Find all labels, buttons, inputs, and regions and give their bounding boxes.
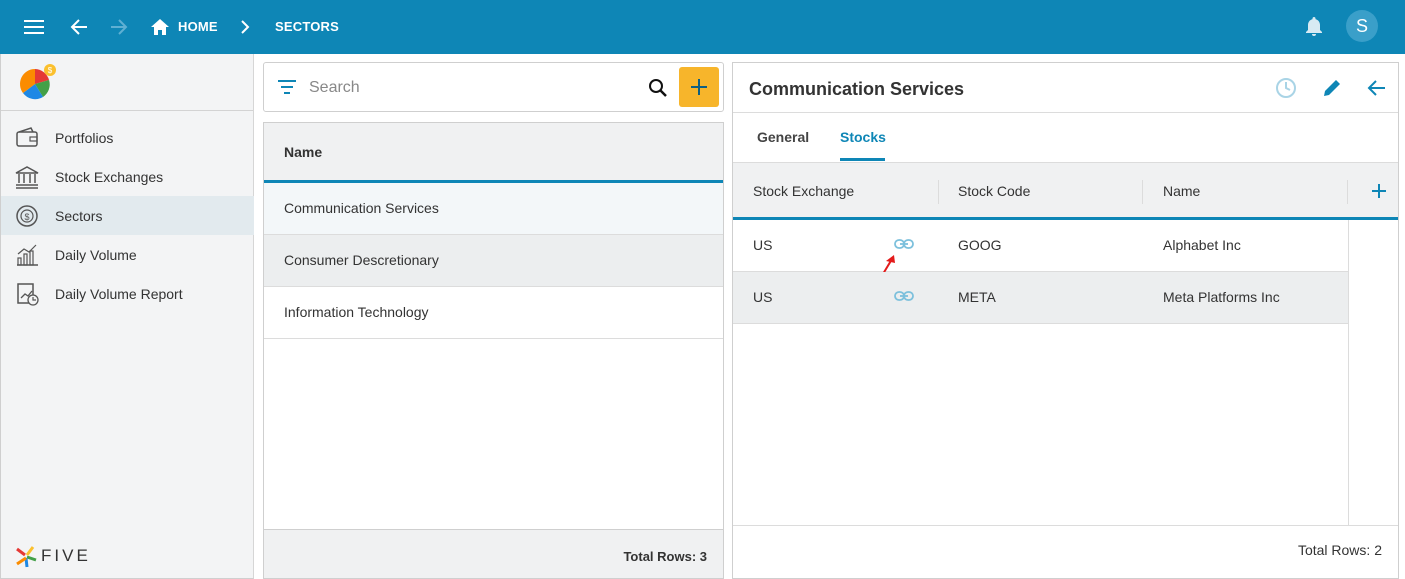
history-icon[interactable] xyxy=(1273,75,1299,101)
menu-icon[interactable] xyxy=(16,9,52,45)
list-item-label: Consumer Descretionary xyxy=(284,252,439,268)
cell-stock-exchange: US xyxy=(753,237,773,253)
tab-stocks[interactable]: Stocks xyxy=(840,129,886,145)
sectors-list: Name Communication Services Consumer Des… xyxy=(263,122,724,579)
table-row[interactable]: US GOOG Alphabet Inc xyxy=(733,220,1348,272)
list-total-rows: Total Rows: 3 xyxy=(623,549,707,564)
column-header-stock-code[interactable]: Stock Code xyxy=(958,183,1030,199)
edit-pencil-icon[interactable] xyxy=(1319,75,1345,101)
bell-icon[interactable] xyxy=(1296,9,1332,45)
search-bar: Search xyxy=(263,62,724,112)
cell-stock-code: META xyxy=(958,289,996,305)
back-arrow-icon[interactable] xyxy=(1363,75,1389,101)
svg-text:$: $ xyxy=(48,66,53,75)
app-logo-icon: $ xyxy=(20,64,56,100)
breadcrumb-sectors[interactable]: SECTORS xyxy=(275,19,339,34)
sidebar-item-label: Sectors xyxy=(55,207,103,224)
top-app-bar: HOME SECTORS S xyxy=(0,0,1405,54)
home-icon[interactable] xyxy=(145,9,175,45)
back-arrow-icon[interactable] xyxy=(61,9,97,45)
list-item[interactable]: Communication Services xyxy=(264,183,723,235)
dollar-cycle-icon: $ xyxy=(16,205,38,227)
sidebar-item-daily-volume[interactable]: Daily Volume xyxy=(1,235,254,274)
brand-text: FIVE xyxy=(41,546,91,565)
filter-icon[interactable] xyxy=(278,80,296,94)
bar-chart-icon xyxy=(17,244,38,266)
add-sector-button[interactable] xyxy=(679,67,719,107)
sidebar-item-label: Daily Volume Report xyxy=(55,285,183,302)
active-tab-indicator xyxy=(840,158,885,161)
divider xyxy=(733,112,1398,113)
list-item-label: Communication Services xyxy=(284,200,439,216)
column-header-stock-exchange[interactable]: Stock Exchange xyxy=(753,183,854,199)
link-icon[interactable] xyxy=(894,238,914,250)
list-item-label: Information Technology xyxy=(284,304,429,320)
cell-stock-code: GOOG xyxy=(958,237,1002,253)
svg-text:$: $ xyxy=(24,212,29,222)
detail-panel: Communication Services General Stocks St… xyxy=(732,62,1399,579)
stocks-total-rows: Total Rows: 2 xyxy=(1297,542,1382,558)
divider xyxy=(733,525,1398,526)
sidebar-item-label: Stock Exchanges xyxy=(55,168,164,185)
tab-general[interactable]: General xyxy=(757,129,809,145)
sidebar-item-stock-exchanges[interactable]: Stock Exchanges xyxy=(1,157,254,196)
column-separator xyxy=(1142,180,1143,204)
forward-arrow-icon[interactable] xyxy=(101,9,137,45)
wallet-icon xyxy=(16,127,38,147)
column-separator xyxy=(938,180,939,204)
detail-title: Communication Services xyxy=(749,79,965,99)
plus-icon xyxy=(691,79,707,95)
table-row[interactable]: US META Meta Platforms Inc xyxy=(733,272,1348,324)
stocks-grid-header: Stock Exchange Stock Code Name xyxy=(733,162,1398,220)
user-avatar[interactable]: S xyxy=(1346,10,1378,42)
bank-icon xyxy=(15,166,39,189)
column-header-name: Name xyxy=(284,144,323,160)
sidebar-item-portfolios[interactable]: Portfolios xyxy=(1,118,254,157)
grid-divider xyxy=(1348,220,1349,525)
search-input[interactable]: Search xyxy=(309,79,360,97)
five-logo: FIVE xyxy=(15,545,107,574)
cell-name: Alphabet Inc xyxy=(1163,237,1241,253)
sidebar-item-daily-volume-report[interactable]: Daily Volume Report xyxy=(1,274,254,313)
list-header[interactable]: Name xyxy=(264,123,723,183)
sidebar-item-label: Portfolios xyxy=(55,129,114,146)
list-footer: Total Rows: 3 xyxy=(264,529,723,578)
report-chart-icon xyxy=(17,283,39,306)
list-item[interactable]: Information Technology xyxy=(264,287,723,339)
link-icon[interactable] xyxy=(894,290,914,302)
list-item[interactable]: Consumer Descretionary xyxy=(264,235,723,287)
chevron-right-icon xyxy=(227,9,263,45)
app-logo-area: $ xyxy=(1,54,253,111)
breadcrumb-home[interactable]: HOME xyxy=(178,19,218,34)
column-header-name[interactable]: Name xyxy=(1163,183,1200,199)
cell-name: Meta Platforms Inc xyxy=(1163,289,1280,305)
sidebar-item-sectors[interactable]: $ Sectors xyxy=(1,196,254,235)
sidebar: $ Portfolios Stock Exchanges $ Sectors D… xyxy=(0,54,254,579)
sidebar-item-label: Daily Volume xyxy=(55,246,137,263)
column-separator xyxy=(1347,180,1348,204)
add-stock-icon[interactable] xyxy=(1371,183,1387,199)
search-icon[interactable] xyxy=(648,78,668,98)
cell-stock-exchange: US xyxy=(753,289,773,305)
